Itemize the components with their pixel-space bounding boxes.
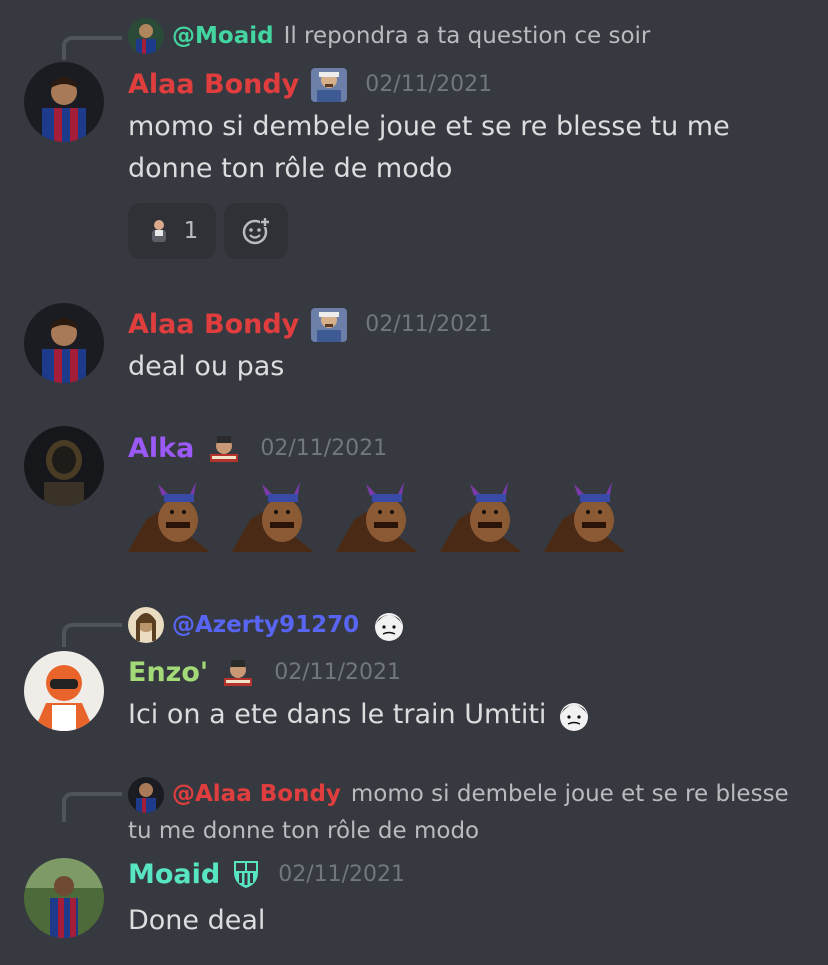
fc-barcelona-crest-icon — [230, 858, 262, 890]
reaction-button[interactable]: 1 — [128, 203, 216, 259]
message-header: Alka 02/11/2021 — [128, 428, 387, 468]
message-header: Enzo' 02/11/2021 — [128, 652, 401, 692]
timestamp: 02/11/2021 — [365, 311, 493, 337]
reply-avatar — [128, 776, 164, 813]
reply-preview[interactable]: @Azerty91270 — [128, 605, 409, 645]
reply-text: Il repondra a ta question ce soir — [283, 23, 651, 49]
reaction-count: 1 — [183, 218, 199, 244]
timestamp: 02/11/2021 — [365, 71, 493, 97]
avatar[interactable] — [24, 651, 104, 731]
reply-avatar — [128, 18, 164, 54]
avatar[interactable] — [24, 62, 104, 142]
reply-author[interactable]: @Moaid — [172, 23, 274, 49]
role-icon — [309, 304, 349, 344]
reply-author[interactable]: @Alaa Bondy — [172, 781, 341, 807]
message-content: Done deal — [128, 905, 266, 936]
wojak-icon — [554, 695, 594, 735]
role-icon — [309, 64, 349, 104]
username[interactable]: Alka — [128, 433, 194, 464]
message-header: Alaa Bondy 02/11/2021 — [128, 304, 492, 344]
timestamp: 02/11/2021 — [260, 435, 388, 461]
reply-connector — [62, 36, 122, 60]
role-icon — [204, 428, 244, 468]
timestamp: 02/11/2021 — [278, 861, 406, 887]
username[interactable]: Alaa Bondy — [128, 309, 299, 340]
username[interactable]: Enzo' — [128, 657, 208, 688]
wojak-icon — [369, 605, 409, 645]
avatar[interactable] — [24, 858, 104, 938]
horned-man-emote-icon — [232, 482, 314, 552]
role-icon — [218, 652, 258, 692]
timestamp: 02/11/2021 — [274, 659, 402, 685]
message-content: Ici on a ete dans le train Umtiti — [128, 694, 594, 736]
message-content: deal ou pas — [128, 351, 285, 382]
add-reaction-icon — [240, 215, 272, 247]
avatar[interactable] — [24, 303, 104, 383]
man-emoji-icon — [146, 218, 172, 244]
horned-man-emote-icon — [128, 482, 210, 552]
message-content: momo si dembele joue et se re blesse tu … — [128, 111, 730, 184]
reply-avatar — [128, 607, 164, 643]
reply-preview[interactable]: @Moaid Il repondra a ta question ce soir — [128, 18, 650, 54]
username[interactable]: Alaa Bondy — [128, 69, 299, 100]
message-header: Moaid 02/11/2021 — [128, 858, 405, 890]
username[interactable]: Moaid — [128, 859, 220, 890]
emote-row — [128, 482, 626, 552]
message-header: Alaa Bondy 02/11/2021 — [128, 64, 492, 104]
horned-man-emote-icon — [440, 482, 522, 552]
add-reaction-button[interactable] — [224, 203, 288, 259]
horned-man-emote-icon — [336, 482, 418, 552]
reply-connector — [62, 623, 122, 647]
message-text: Ici on a ete dans le train Umtiti — [128, 699, 547, 730]
chat-messages: @Moaid Il repondra a ta question ce soir… — [0, 0, 828, 965]
reply-author[interactable]: @Azerty91270 — [172, 612, 359, 638]
horned-man-emote-icon — [544, 482, 626, 552]
reply-preview[interactable]: @Alaa Bondy momo si dembele joue et se re… — [128, 776, 798, 849]
reply-connector — [62, 792, 122, 822]
avatar[interactable] — [24, 426, 104, 506]
